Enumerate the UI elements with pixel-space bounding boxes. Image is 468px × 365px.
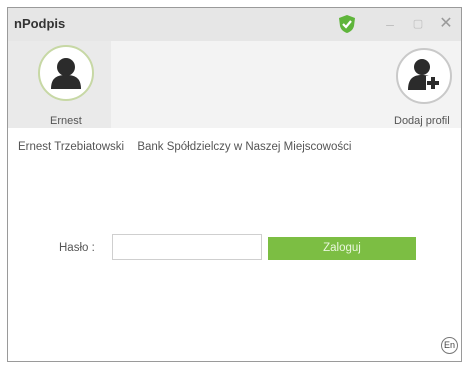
password-input[interactable] <box>112 234 262 260</box>
owner-bank: Bank Spółdzielczy w Naszej Miejscowości <box>137 141 352 153</box>
password-label: Hasło : <box>59 242 95 254</box>
npodpis-window: nPodpis – ▢ ✕ Ernest Dodaj profil Ernest… <box>7 7 462 362</box>
profile-owner-info: Ernest Trzebiatowski Bank Spółdzielczy w… <box>18 141 361 153</box>
app-title: nPodpis <box>14 16 66 31</box>
profile-selector: Ernest Dodaj profil <box>8 41 461 128</box>
profile-label-add: Dodaj profil <box>394 115 450 127</box>
add-user-icon[interactable] <box>396 48 452 104</box>
minimize-icon[interactable]: – <box>380 14 400 34</box>
profile-label-ernest: Ernest <box>50 115 82 127</box>
shield-check-icon <box>337 14 357 34</box>
user-icon[interactable] <box>38 45 94 101</box>
profile-ernest[interactable]: Ernest <box>8 41 111 128</box>
close-icon[interactable]: ✕ <box>436 14 456 34</box>
owner-name: Ernest Trzebiatowski <box>18 141 125 153</box>
title-bar: nPodpis – ▢ ✕ <box>8 8 461 41</box>
login-button[interactable]: Zaloguj <box>268 237 416 260</box>
language-button[interactable]: En <box>441 337 458 354</box>
maximize-icon[interactable]: ▢ <box>408 14 428 34</box>
